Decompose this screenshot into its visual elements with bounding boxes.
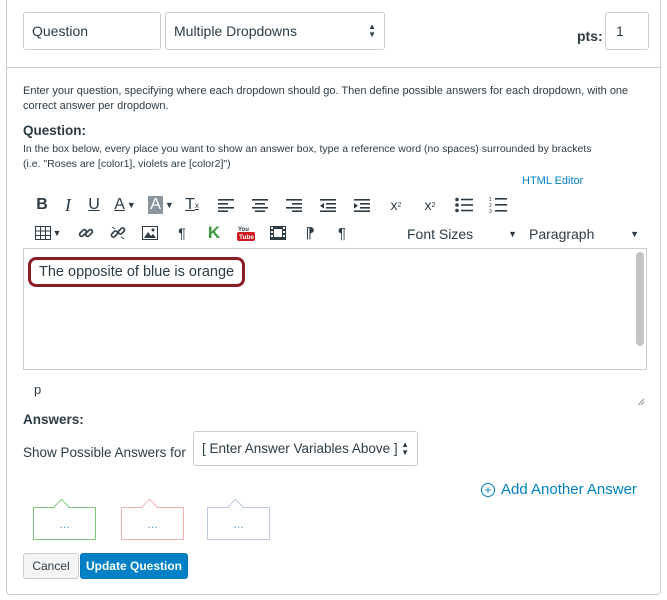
align-right-icon[interactable]: [281, 193, 307, 217]
question-header: Question Multiple Dropdowns ▲ ▼ pts: 1: [7, 0, 660, 68]
chevron-down-icon: ▼: [630, 229, 639, 239]
question-label: Question:: [23, 123, 86, 138]
bullet-list-icon[interactable]: [451, 193, 477, 217]
points-input[interactable]: 1: [605, 12, 649, 50]
rtl-direction-icon[interactable]: ¶: [329, 221, 355, 245]
kaltura-icon[interactable]: K: [201, 221, 227, 245]
align-center-icon[interactable]: [247, 193, 273, 217]
add-another-answer-link[interactable]: + Add Another Answer: [481, 481, 637, 498]
question-help-line1: In the box below, every place you want t…: [23, 143, 592, 155]
instructions-text: Enter your question, specifying where ea…: [23, 85, 629, 112]
media-icon[interactable]: [265, 221, 291, 245]
toolbar-row-1: B I U A ▼ A ▼ Tx x2 x2 123: [29, 193, 511, 217]
question-type-value: Multiple Dropdowns: [174, 23, 297, 39]
question-help-line2: (i.e. "Roses are [color1], violets are […: [23, 157, 231, 170]
answer-bubble-correct: ...: [33, 507, 96, 540]
update-question-button[interactable]: Update Question: [80, 553, 188, 579]
youtube-icon[interactable]: You Tube: [233, 221, 259, 245]
image-icon[interactable]: [137, 221, 163, 245]
underline-icon[interactable]: U: [81, 193, 107, 217]
chevron-down-icon: ▼: [508, 229, 517, 239]
outdent-icon[interactable]: [315, 193, 341, 217]
numbered-list-icon[interactable]: 123: [485, 193, 511, 217]
plus-circle-icon: +: [481, 482, 495, 497]
toolbar-row-2: ▼ ¶ K You Tube ⁋ ¶: [29, 221, 355, 245]
answer-variable-value: [ Enter Answer Variables Above ]: [202, 441, 398, 456]
italic-icon[interactable]: I: [55, 193, 81, 217]
question-title-input[interactable]: Question: [23, 12, 161, 50]
text-color-icon[interactable]: A ▼: [107, 193, 143, 217]
superscript-icon[interactable]: x2: [383, 193, 409, 217]
svg-text:3: 3: [489, 209, 492, 214]
question-type-select[interactable]: Multiple Dropdowns ▲ ▼: [165, 12, 385, 50]
editor-scrollbar[interactable]: [636, 252, 644, 346]
html-editor-link[interactable]: HTML Editor: [522, 175, 583, 187]
font-sizes-dropdown[interactable]: Font Sizes ▼: [407, 223, 517, 245]
pilcrow-icon[interactable]: ¶: [169, 221, 195, 245]
align-left-icon[interactable]: [213, 193, 239, 217]
add-another-answer-label: Add Another Answer: [501, 481, 637, 498]
bold-icon[interactable]: B: [29, 193, 55, 217]
background-color-icon[interactable]: A ▼: [143, 193, 179, 217]
clear-formatting-icon[interactable]: Tx: [179, 193, 205, 217]
editor-element-path: p: [34, 382, 42, 397]
updown-arrows-icon: ▲ ▼: [368, 22, 376, 39]
paragraph-label: Paragraph: [529, 226, 595, 242]
answer-bubble-neutral: ...: [207, 507, 270, 540]
resize-handle-icon[interactable]: [635, 393, 645, 406]
svg-text:Tube: Tube: [239, 234, 254, 241]
question-editor-panel: Question Multiple Dropdowns ▲ ▼ pts: 1 En…: [6, 0, 661, 595]
show-answers-label: Show Possible Answers for: [23, 445, 186, 460]
indent-icon[interactable]: [349, 193, 375, 217]
unlink-icon[interactable]: [105, 221, 131, 245]
answers-label: Answers:: [23, 412, 84, 427]
rich-text-editor[interactable]: The opposite of blue is orange: [23, 248, 647, 370]
font-sizes-label: Font Sizes: [407, 226, 474, 242]
paragraph-dropdown[interactable]: Paragraph ▼: [529, 223, 639, 245]
link-icon[interactable]: [73, 221, 99, 245]
answer-variable-select[interactable]: [ Enter Answer Variables Above ] ▲ ▼: [193, 431, 418, 466]
answer-bubble-wrong: ...: [121, 507, 184, 540]
subscript-icon[interactable]: x2: [417, 193, 443, 217]
ltr-direction-icon[interactable]: ⁋: [297, 221, 323, 245]
table-icon[interactable]: ▼: [29, 221, 67, 245]
editor-content[interactable]: The opposite of blue is orange: [28, 257, 246, 287]
question-help-text: In the box below, every place you want t…: [23, 142, 643, 171]
cancel-button[interactable]: Cancel: [23, 553, 79, 579]
points-label: pts:: [577, 28, 603, 44]
updown-arrows-icon: ▲ ▼: [401, 439, 409, 457]
